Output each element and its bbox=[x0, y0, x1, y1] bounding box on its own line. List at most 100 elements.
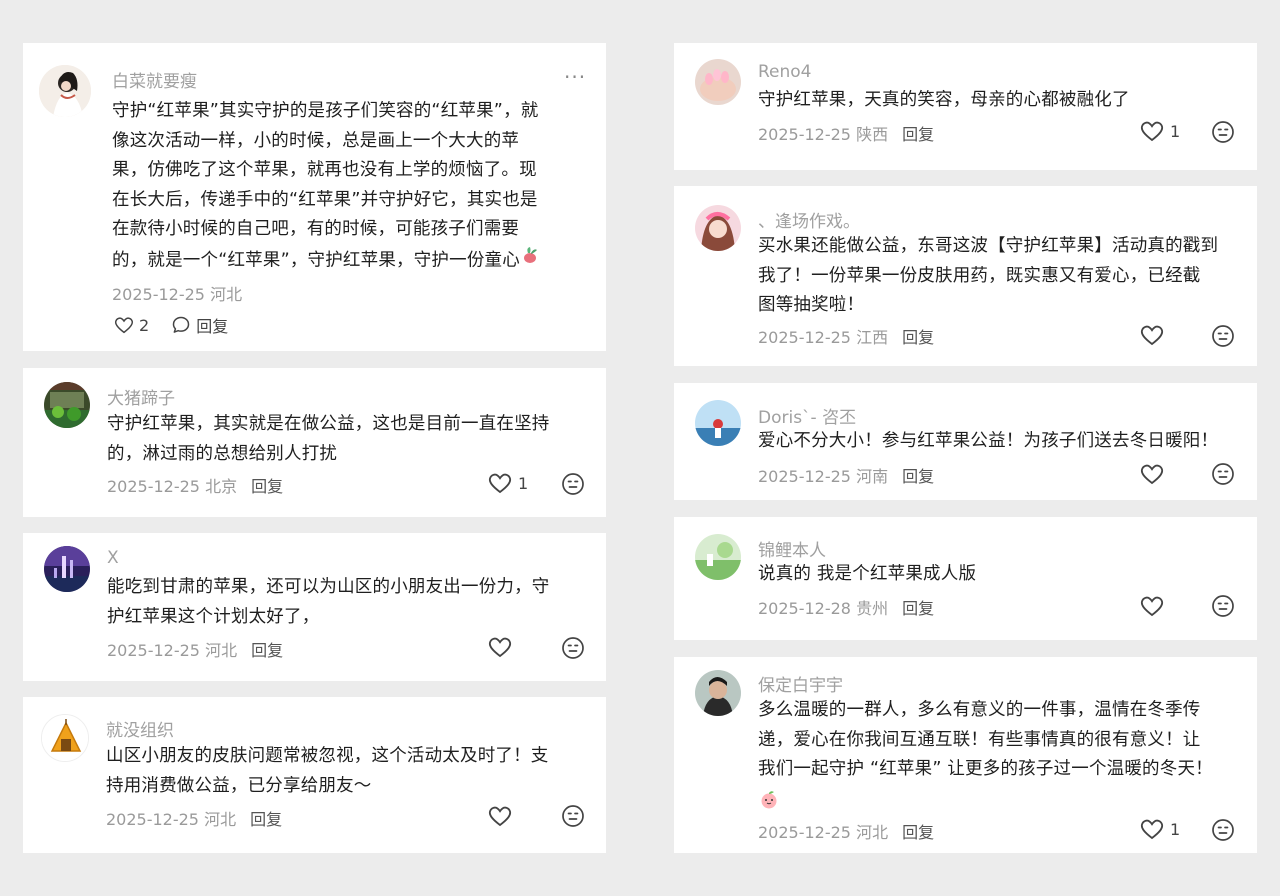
emoji-reaction-icon[interactable] bbox=[1211, 120, 1235, 148]
like-button[interactable]: 2 bbox=[114, 316, 149, 335]
reply-button[interactable]: 回复 bbox=[251, 641, 283, 660]
comment-line: 在款待小时候的自己吧，有的时候，可能孩子们需要 bbox=[112, 219, 520, 239]
comment-date-location: 2025-12-25 陕西 bbox=[758, 125, 889, 144]
comment-username[interactable]: 锦鲤本人 bbox=[758, 536, 826, 561]
comment-line: 爱心不分大小！参与红苹果公益！为孩子们送去冬日暖阳！ bbox=[758, 431, 1219, 451]
comment-date-location: 2025-12-25 江西 bbox=[758, 328, 889, 347]
comment-meta: 2025-12-25 江西 回复 bbox=[758, 324, 934, 348]
emoji-reaction-icon[interactable] bbox=[1211, 462, 1235, 490]
comment-line: 守护“红苹果”其实守护的是孩子们笑容的“红苹果”，就 bbox=[112, 101, 539, 121]
comment-username[interactable]: 保定白宇宇 bbox=[758, 671, 843, 696]
comment-line: 能吃到甘肃的苹果，还可以为山区的小朋友出一份力，守 bbox=[107, 577, 550, 597]
user-avatar[interactable] bbox=[695, 205, 741, 251]
emoji-reaction-icon[interactable] bbox=[1211, 594, 1235, 622]
comment-card: Reno4 守护红苹果，天真的笑容，母亲的心都被融化了 2025-12-25 陕… bbox=[674, 43, 1257, 170]
emoji-reaction-icon[interactable] bbox=[1211, 818, 1235, 846]
like-button[interactable] bbox=[488, 636, 512, 658]
comment-line: 多么温暖的一群人，多么有意义的一件事，温情在冬季传 bbox=[758, 700, 1201, 720]
reply-button[interactable]: 回复 bbox=[902, 125, 934, 144]
emoji-reaction-icon[interactable] bbox=[561, 472, 585, 500]
comment-text: 山区小朋友的皮肤问题常被忽视，这个活动太及时了！支 持用消费做公益，已分享给朋友… bbox=[106, 742, 596, 801]
comment-line: 在长大后，传递手中的“红苹果”并守护好它，其实也是 bbox=[112, 189, 538, 210]
user-avatar[interactable] bbox=[41, 714, 89, 762]
reply-button[interactable]: 回复 bbox=[171, 313, 228, 337]
like-button[interactable]: 1 bbox=[488, 472, 528, 494]
like-button[interactable] bbox=[488, 805, 512, 827]
heart-icon bbox=[1140, 121, 1164, 142]
like-button[interactable]: 1 bbox=[1140, 818, 1180, 840]
comment-line: 守护红苹果，其实就是在做公益，这也是目前一直在坚持 bbox=[107, 414, 550, 434]
reply-button[interactable]: 回复 bbox=[251, 477, 283, 496]
comment-line: 持用消费做公益，已分享给朋友～ bbox=[106, 775, 372, 796]
comment-card: 大猪蹄子 守护红苹果，其实就是在做公益，这也是目前一直在坚持 的，淋过雨的总想给… bbox=[23, 368, 606, 517]
user-avatar[interactable] bbox=[695, 59, 741, 105]
comment-line: 我们一起守护 “红苹果” 让更多的孩子过一个温暖的冬天！ bbox=[758, 759, 1213, 779]
comment-card: 就没组织 山区小朋友的皮肤问题常被忽视，这个活动太及时了！支 持用消费做公益，已… bbox=[23, 697, 606, 853]
comment-username[interactable]: Reno4 bbox=[758, 62, 812, 82]
reply-label: 回复 bbox=[196, 317, 229, 336]
comment-meta: 2025-12-25 河北 回复 bbox=[107, 637, 283, 661]
comment-username[interactable]: Doris`- 咨丕 bbox=[758, 403, 856, 428]
user-avatar[interactable] bbox=[695, 400, 741, 446]
comment-line: 山区小朋友的皮肤问题常被忽视，这个活动太及时了！支 bbox=[106, 746, 549, 766]
like-button[interactable] bbox=[1140, 324, 1164, 346]
heart-icon bbox=[114, 317, 134, 334]
comment-text: 说真的 我是个红苹果成人版 bbox=[758, 560, 1248, 590]
comment-card: 保定白宇宇 多么温暖的一群人，多么有意义的一件事，温情在冬季传 递，爱心在你我间… bbox=[674, 657, 1257, 853]
comment-line: 果，仿佛吃了这个苹果，就再也没有上学的烦恼了。现 bbox=[112, 160, 537, 180]
comment-line: 递，爱心在你我间互通互联！有些事情真的很有意义！让 bbox=[758, 729, 1201, 750]
comment-date-location: 2025-12-25 河北 bbox=[107, 641, 238, 660]
like-button[interactable] bbox=[1140, 595, 1164, 617]
comment-text: 爱心不分大小！参与红苹果公益！为孩子们送去冬日暖阳！ bbox=[758, 427, 1248, 457]
like-count: 1 bbox=[1170, 121, 1181, 141]
like-button[interactable] bbox=[1140, 463, 1164, 485]
comment-card: 、逢场作戏。 买水果还能做公益，东哥这波【守护红苹果】活动真的戳到 我了！一份苹… bbox=[674, 186, 1257, 366]
comment-meta: 2025-12-25 河北 bbox=[112, 285, 243, 304]
reply-button[interactable]: 回复 bbox=[902, 599, 934, 618]
comment-meta: 2025-12-25 北京 回复 bbox=[107, 473, 283, 497]
comment-meta: 2025-12-25 河北 回复 bbox=[758, 819, 934, 843]
comment-username[interactable]: 、逢场作戏。 bbox=[758, 207, 860, 232]
heart-icon bbox=[488, 806, 512, 827]
user-avatar[interactable] bbox=[44, 382, 90, 428]
like-count: 1 bbox=[518, 473, 529, 493]
heart-icon bbox=[1140, 464, 1164, 485]
comment-line: 说真的 我是个红苹果成人版 bbox=[758, 564, 977, 584]
comment-line-last: 的，就是一个“红苹果”，守护红苹果，守护一份童心 bbox=[112, 245, 592, 276]
reply-button[interactable]: 回复 bbox=[250, 810, 282, 829]
comment-username[interactable]: 大猪蹄子 bbox=[107, 384, 175, 409]
comment-date-location: 2025-12-25 北京 bbox=[107, 477, 238, 496]
reply-button[interactable]: 回复 bbox=[902, 328, 934, 347]
emoji-reaction-icon[interactable] bbox=[1211, 324, 1235, 352]
comment-date-location: 2025-12-25 河北 bbox=[106, 810, 237, 829]
comment-meta: 2025-12-25 河南 回复 bbox=[758, 463, 934, 487]
peach-emoji-icon bbox=[758, 785, 1248, 814]
like-button[interactable]: 1 bbox=[1140, 120, 1180, 142]
emoji-reaction-icon[interactable] bbox=[561, 636, 585, 664]
comment-meta: 2025-12-25 河北 回复 bbox=[106, 806, 282, 830]
comment-username[interactable]: 白菜就要瘦 bbox=[112, 67, 197, 92]
comment-username[interactable]: X bbox=[107, 548, 119, 568]
user-avatar[interactable] bbox=[695, 670, 741, 716]
reply-button[interactable]: 回复 bbox=[902, 467, 934, 486]
user-avatar[interactable] bbox=[695, 534, 741, 580]
comment-card: 锦鲤本人 说真的 我是个红苹果成人版 2025-12-28 贵州 回复 bbox=[674, 517, 1257, 640]
emoji-reaction-icon[interactable] bbox=[561, 804, 585, 832]
comment-username[interactable]: 就没组织 bbox=[106, 716, 174, 741]
heart-icon bbox=[1140, 596, 1164, 617]
comment-line: 像这次活动一样，小的时候，总是画上一个大大的苹 bbox=[112, 130, 520, 151]
comment-card: X 能吃到甘肃的苹果，还可以为山区的小朋友出一份力，守 护红苹果这个计划太好了，… bbox=[23, 533, 606, 681]
comment-meta: 2025-12-28 贵州 回复 bbox=[758, 595, 934, 619]
comment-line: 守护红苹果，天真的笑容，母亲的心都被融化了 bbox=[758, 90, 1130, 110]
more-dots-icon[interactable]: ··· bbox=[564, 65, 586, 89]
comment-text: 守护红苹果，天真的笑容，母亲的心都被融化了 bbox=[758, 86, 1248, 116]
heart-icon bbox=[1140, 819, 1164, 840]
user-avatar[interactable] bbox=[44, 546, 90, 592]
radish-emoji-icon bbox=[520, 245, 540, 276]
comment-text: 买水果还能做公益，东哥这波【守护红苹果】活动真的戳到 我了！一份苹果一份皮肤用药… bbox=[758, 232, 1248, 321]
user-avatar[interactable] bbox=[39, 65, 91, 117]
reply-button[interactable]: 回复 bbox=[902, 823, 934, 842]
comment-card: Doris`- 咨丕 爱心不分大小！参与红苹果公益！为孩子们送去冬日暖阳！ 20… bbox=[674, 383, 1257, 500]
comment-date-location: 2025-12-25 河北 bbox=[758, 823, 889, 842]
comment-line: 图等抽奖啦！ bbox=[758, 295, 865, 315]
